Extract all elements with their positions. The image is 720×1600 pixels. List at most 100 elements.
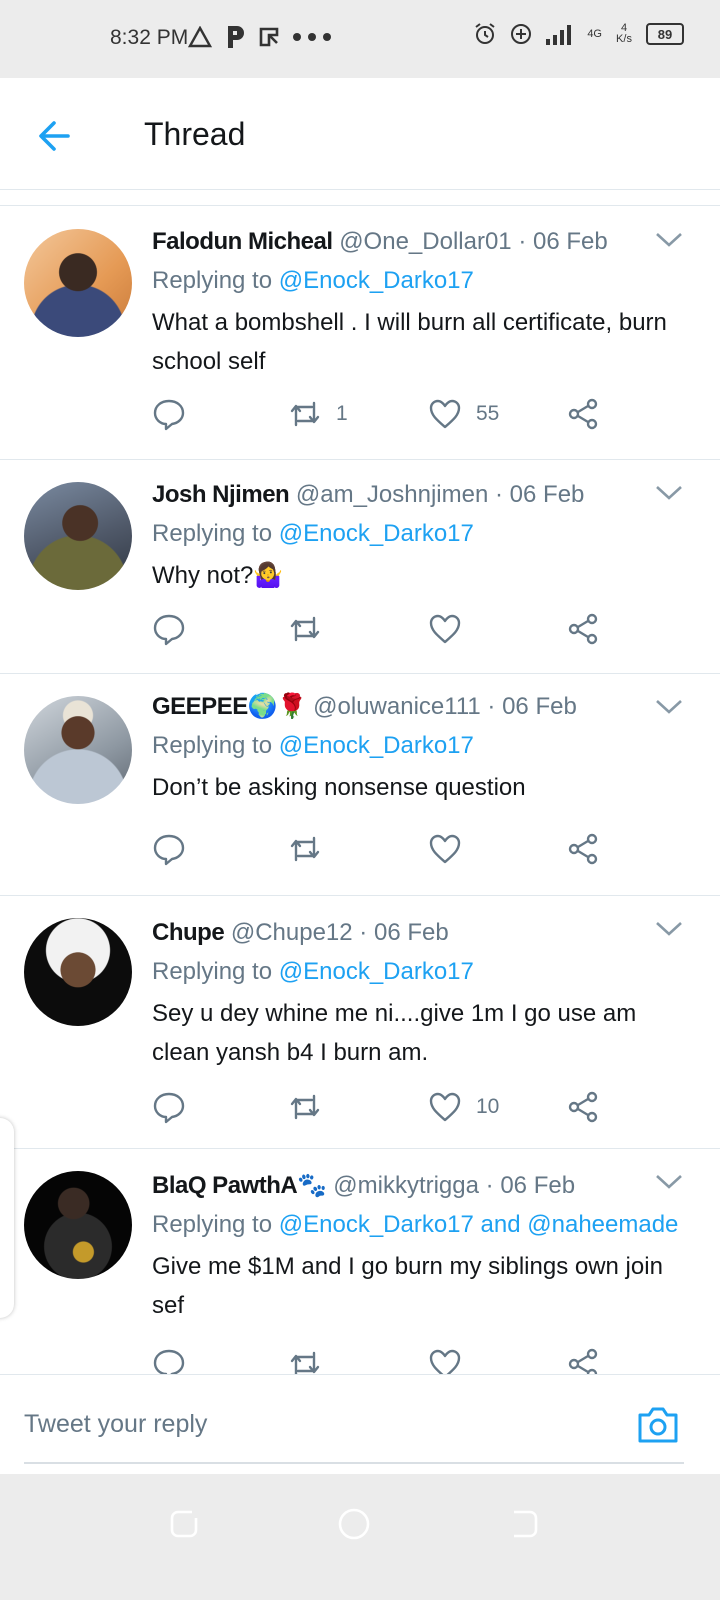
avatar[interactable] — [24, 918, 132, 1026]
share-icon — [568, 833, 598, 865]
data-saver-icon — [511, 24, 532, 44]
tweet[interactable]: GEEPEE🌍🌹 @oluwanice111 · 06 Feb Replying… — [0, 674, 720, 896]
user-name[interactable]: BlaQ PawthA🐾 — [152, 1172, 327, 1199]
tweet-header: Josh Njimen @am_Joshnjimen · 06 Feb — [152, 478, 690, 512]
app-shield-icon — [259, 27, 279, 47]
share-button[interactable] — [566, 1090, 600, 1124]
tweet-text: Why not?🤷‍♀️ — [152, 562, 284, 589]
tweet-actions: 10 — [152, 1090, 612, 1130]
reply-button[interactable] — [152, 397, 186, 431]
retweet-icon — [290, 1094, 320, 1120]
heart-icon — [429, 834, 461, 864]
tweet[interactable]: Falodun Micheal @One_Dollar01 · 06 Feb R… — [0, 207, 720, 460]
retweet-button[interactable] — [288, 1090, 322, 1124]
retweet-button[interactable] — [288, 832, 322, 866]
replying-to-link[interactable]: @Enock_Darko17 — [279, 958, 474, 985]
system-icons: 4G 4 K/s 89 — [473, 22, 684, 46]
like-button[interactable] — [428, 612, 462, 646]
tweet[interactable]: Josh Njimen @am_Joshnjimen · 06 Feb Repl… — [0, 460, 720, 674]
header-divider — [0, 190, 720, 206]
retweet-icon — [290, 616, 320, 642]
user-handle[interactable]: @Chupe12 — [231, 919, 353, 946]
tweet-date: 06 Feb — [509, 481, 585, 508]
tweet-list[interactable]: Falodun Micheal @One_Dollar01 · 06 Feb R… — [0, 207, 720, 1402]
reply-input[interactable] — [24, 1401, 584, 1447]
thread-header: Thread — [0, 78, 720, 190]
retweet-button[interactable]: 1 — [288, 397, 348, 431]
replying-to: Replying to @Enock_Darko17 and @naheemad… — [152, 1205, 690, 1245]
tweet-date: 06 Feb — [532, 228, 608, 255]
tweet-actions: 1 55 — [152, 397, 612, 437]
reply-button[interactable] — [152, 612, 186, 646]
replying-prefix: Replying to — [152, 958, 273, 985]
replying-to: Replying to @Enock_Darko17 — [152, 261, 690, 301]
share-button[interactable] — [566, 397, 600, 431]
share-icon — [568, 613, 598, 645]
p-app-icon — [228, 26, 244, 48]
like-button[interactable]: 55 — [428, 397, 499, 431]
avatar[interactable] — [24, 696, 132, 804]
user-handle[interactable]: @mikkytrigga — [333, 1172, 479, 1199]
like-count: 10 — [476, 1095, 500, 1118]
replying-to: Replying to @Enock_Darko17 — [152, 514, 690, 554]
share-button[interactable] — [566, 612, 600, 646]
tweet[interactable]: BlaQ PawthA🐾 @mikkytrigga · 06 Feb Reply… — [0, 1149, 720, 1389]
share-icon — [568, 1091, 598, 1123]
camera-button[interactable] — [636, 1405, 680, 1445]
tweet-header: Chupe @Chupe12 · 06 Feb — [152, 916, 690, 950]
avatar[interactable] — [24, 482, 132, 590]
tweet-header: BlaQ PawthA🐾 @mikkytrigga · 06 Feb — [152, 1169, 690, 1203]
reply-icon — [153, 1092, 185, 1124]
chevron-down-icon[interactable] — [654, 1171, 684, 1193]
replying-prefix: Replying to — [152, 520, 273, 547]
share-button[interactable] — [566, 832, 600, 866]
reply-button[interactable] — [152, 832, 186, 866]
tweet-text: Give me $1M and I go burn my siblings ow… — [152, 1253, 663, 1319]
replying-to: Replying to @Enock_Darko17 — [152, 726, 690, 766]
user-name[interactable]: Falodun Micheal — [152, 228, 333, 255]
replying-to-link[interactable]: @Enock_Darko17 and @naheemade — [279, 1211, 679, 1238]
chevron-down-icon[interactable] — [654, 918, 684, 940]
user-name[interactable]: GEEPEE🌍🌹 — [152, 693, 307, 720]
replying-prefix: Replying to — [152, 1211, 273, 1238]
avatar[interactable] — [24, 229, 132, 337]
chevron-down-icon[interactable] — [654, 696, 684, 718]
tweet-actions — [152, 832, 612, 872]
back-nav-button[interactable] — [504, 1504, 544, 1544]
arrow-left-icon — [39, 121, 70, 151]
replying-prefix: Replying to — [152, 732, 273, 759]
tweet-date: 06 Feb — [373, 919, 449, 946]
like-button[interactable]: 10 — [428, 1090, 499, 1124]
heart-icon — [429, 614, 461, 644]
user-handle[interactable]: @One_Dollar01 — [339, 228, 511, 255]
home-icon — [338, 1508, 370, 1540]
camera-icon — [638, 1407, 678, 1443]
replying-to-link[interactable]: @Enock_Darko17 — [279, 520, 474, 547]
chevron-down-icon[interactable] — [654, 229, 684, 251]
warning-icon — [188, 26, 212, 48]
recent-apps-button[interactable] — [164, 1504, 204, 1544]
separator: · — [518, 228, 527, 255]
separator: · — [485, 1172, 494, 1199]
tweet[interactable]: Chupe @Chupe12 · 06 Feb Replying to @Eno… — [0, 896, 720, 1149]
user-handle[interactable]: @oluwanice111 — [313, 693, 481, 720]
like-button[interactable] — [428, 832, 462, 866]
status-time: 8:32 PM — [110, 26, 189, 49]
replying-to-link[interactable]: @Enock_Darko17 — [279, 732, 474, 759]
reply-button[interactable] — [152, 1090, 186, 1124]
home-button[interactable] — [334, 1504, 374, 1544]
replying-to-link[interactable]: @Enock_Darko17 — [279, 267, 474, 294]
avatar[interactable] — [24, 1171, 132, 1279]
retweet-icon — [290, 401, 320, 427]
user-name[interactable]: Josh Njimen — [152, 481, 290, 508]
chevron-down-icon[interactable] — [654, 482, 684, 504]
user-handle[interactable]: @am_Joshnjimen — [296, 481, 488, 508]
retweet-button[interactable] — [288, 612, 322, 646]
edge-panel-handle[interactable] — [0, 1118, 14, 1318]
signal-icon — [546, 25, 572, 45]
back-button[interactable] — [34, 114, 78, 158]
reply-underline — [24, 1462, 684, 1464]
user-name[interactable]: Chupe — [152, 919, 225, 946]
tweet-text: Sey u dey whine me ni....give 1m I go us… — [152, 1000, 637, 1066]
reply-icon — [153, 834, 185, 866]
